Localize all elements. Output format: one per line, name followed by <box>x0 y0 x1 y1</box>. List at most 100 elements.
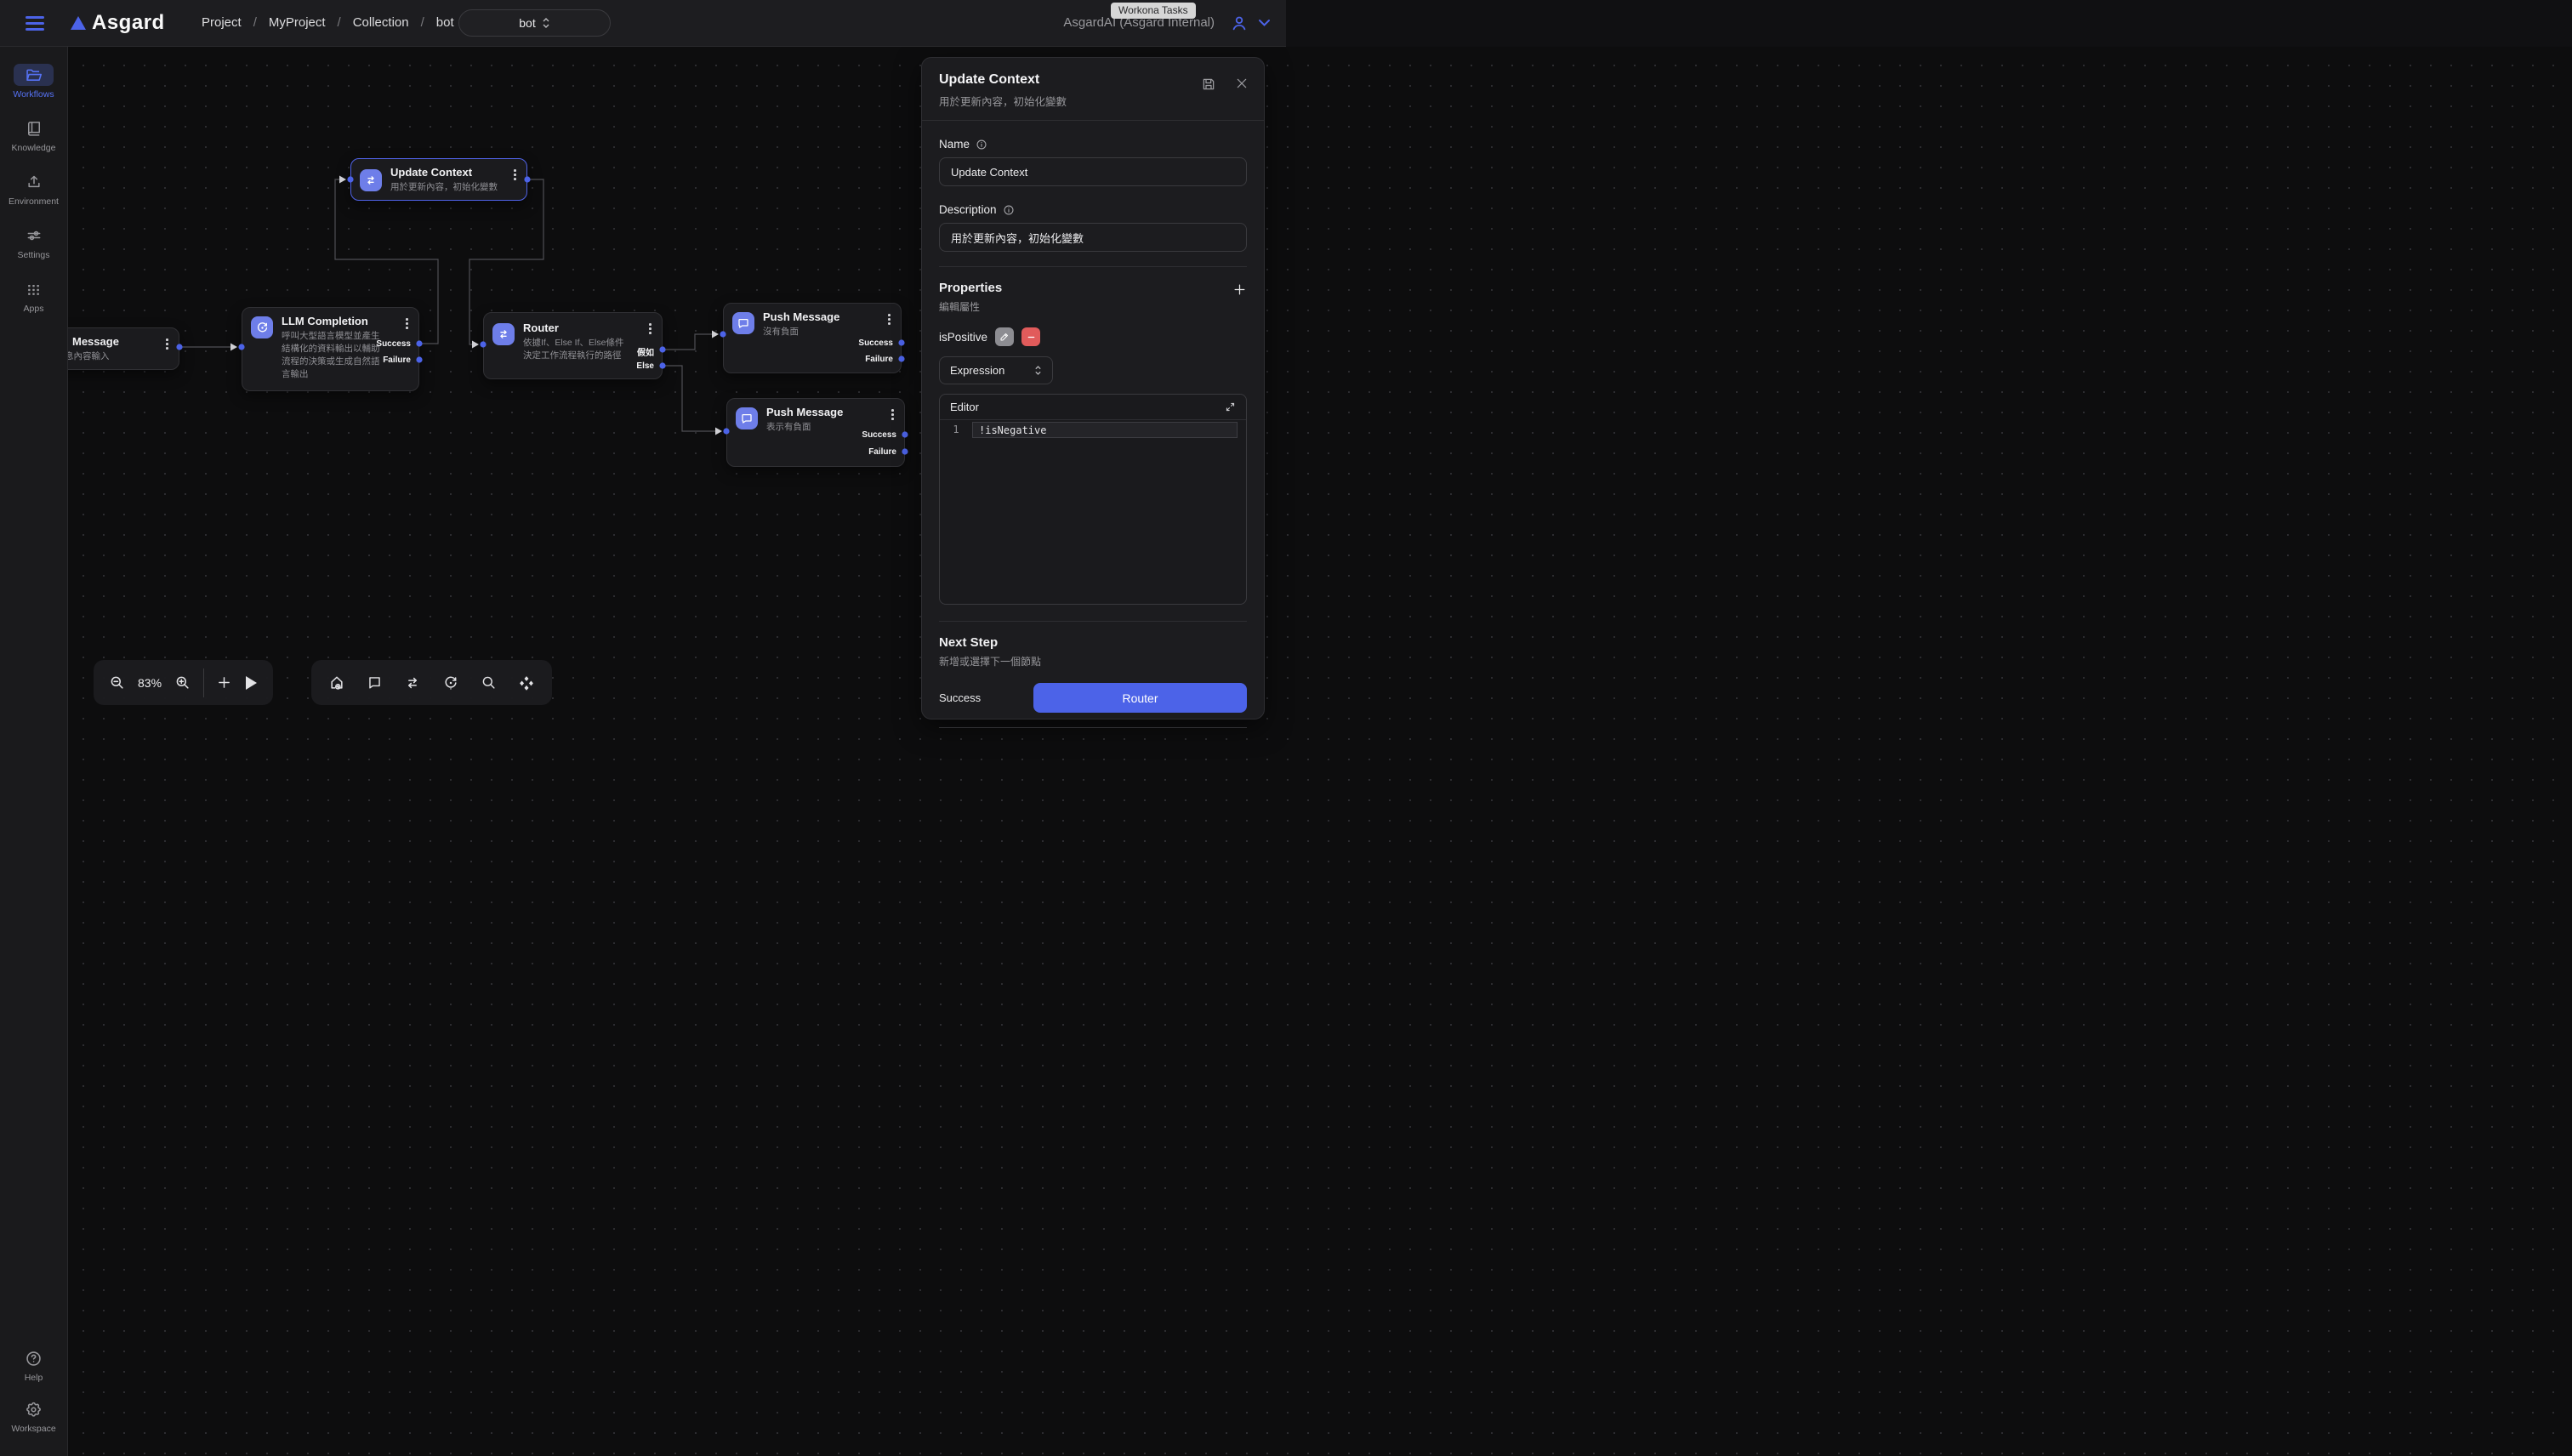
asgard-logo-icon <box>71 16 86 30</box>
node-push-message-1[interactable]: Push Message 沒有負面 Success Failure <box>723 303 902 373</box>
info-icon <box>1003 204 1015 216</box>
message-node-icon[interactable] <box>367 674 383 691</box>
node-description: 息內容輸入 <box>68 350 110 363</box>
run-workflow-icon[interactable] <box>244 675 258 691</box>
add-property-icon[interactable] <box>1232 282 1247 297</box>
node-menu-icon[interactable] <box>164 337 170 351</box>
node-menu-icon[interactable] <box>512 168 518 182</box>
workflow-canvas[interactable]: Message 息內容輸入 LLM Completion 呼叫大型語言模型並產生… <box>68 47 2572 1456</box>
node-description: 表示有負面 <box>766 421 811 434</box>
close-icon[interactable] <box>1235 77 1249 92</box>
property-name: isPositive <box>939 331 987 344</box>
llm-icon <box>251 316 273 338</box>
zoom-out-icon[interactable] <box>109 674 125 691</box>
node-title: Push Message <box>763 310 839 323</box>
node-description: 沒有負面 <box>763 326 799 338</box>
next-step-subtitle: 新增或選擇下一個節點 <box>939 654 1247 668</box>
node-description: 依據If、Else If、Else條件決定工作流程執行的路徑 <box>523 337 632 362</box>
menu-icon[interactable] <box>26 16 44 31</box>
node-title: Router <box>523 321 559 334</box>
properties-title: Properties <box>939 281 1002 295</box>
chevron-expand-icon <box>1034 365 1042 376</box>
description-input[interactable] <box>939 223 1247 252</box>
node-menu-icon[interactable] <box>886 312 892 327</box>
description-label: Description <box>939 203 997 216</box>
expression-editor[interactable]: Editor 1 !isNegative <box>939 394 1247 605</box>
remove-property-button[interactable] <box>1021 327 1040 346</box>
node-description: 用於更新內容，初始化變數 <box>390 181 498 194</box>
node-menu-icon[interactable] <box>647 321 653 336</box>
node-message[interactable]: Message 息內容輸入 <box>68 327 179 370</box>
port-failure[interactable]: Failure <box>383 355 411 365</box>
expand-icon[interactable] <box>1225 401 1236 412</box>
brand-title: Asgard <box>92 11 165 35</box>
breadcrumb-collection[interactable]: Collection <box>353 15 409 30</box>
panel-header: Update Context 用於更新內容，初始化變數 <box>922 58 1264 120</box>
node-llm-completion[interactable]: LLM Completion 呼叫大型語言模型並產生結構化的資料輸出以輔助流程的… <box>242 307 419 391</box>
breadcrumb: Project / MyProject / Collection / bot <box>202 15 454 30</box>
sidebar-item-workflows[interactable]: Workflows <box>0 64 68 100</box>
sidebar-item-label: Settings <box>18 250 50 260</box>
chat-bubble-icon <box>736 407 758 429</box>
chat-bubble-icon <box>732 312 754 334</box>
sidebar-item-workspace[interactable]: Workspace <box>0 1398 68 1434</box>
user-icon[interactable] <box>1230 14 1249 32</box>
llm-node-icon[interactable] <box>442 674 459 691</box>
editor-title: Editor <box>950 401 979 413</box>
top-bar: Asgard Project / MyProject / Collection … <box>0 0 1286 47</box>
sidebar-item-label: Environment <box>9 196 59 207</box>
edit-property-button[interactable] <box>995 327 1014 346</box>
breadcrumb-bot[interactable]: bot <box>436 15 454 30</box>
workflow-select[interactable]: bot <box>458 9 611 37</box>
node-menu-icon[interactable] <box>890 407 896 422</box>
zoom-level: 83% <box>138 676 162 690</box>
node-title: Update Context <box>390 166 472 179</box>
port-else[interactable]: Else <box>636 361 654 371</box>
add-home-node-icon[interactable] <box>328 674 345 691</box>
sidebar-item-knowledge[interactable]: Knowledge <box>0 117 68 153</box>
sidebar-item-settings[interactable]: Settings <box>0 225 68 260</box>
integrations-icon[interactable] <box>518 674 535 691</box>
node-title: LLM Completion <box>282 315 368 327</box>
next-step-title: Next Step <box>939 635 1247 650</box>
port-success[interactable]: Success <box>376 339 411 349</box>
zoom-in-icon[interactable] <box>174 674 191 691</box>
editor-line-number: 1 <box>940 420 972 604</box>
port-success[interactable]: Success <box>862 430 896 440</box>
property-type-value: Expression <box>950 364 1004 377</box>
node-title: Message <box>72 335 119 348</box>
info-icon <box>976 139 987 151</box>
node-router[interactable]: Router 依據If、Else If、Else條件決定工作流程執行的路徑 假如… <box>483 312 663 379</box>
breadcrumb-myproject[interactable]: MyProject <box>269 15 326 30</box>
editor-code-line[interactable]: !isNegative <box>972 422 1238 438</box>
sidebar-item-label: Workspace <box>11 1424 55 1434</box>
search-icon[interactable] <box>481 674 497 691</box>
sidebar-item-help[interactable]: Help <box>0 1347 68 1383</box>
chevron-down-icon[interactable] <box>1258 19 1271 27</box>
swap-node-icon[interactable] <box>404 674 421 691</box>
breadcrumb-project[interactable]: Project <box>202 15 242 30</box>
property-type-select[interactable]: Expression <box>939 356 1053 384</box>
port-success[interactable]: Success <box>858 338 893 348</box>
node-push-message-2[interactable]: Push Message 表示有負面 Success Failure <box>726 398 905 467</box>
next-step-target-button[interactable]: Router <box>1033 683 1247 713</box>
sidebar-item-apps[interactable]: Apps <box>0 278 68 314</box>
port-failure[interactable]: Failure <box>868 447 896 457</box>
node-menu-icon[interactable] <box>404 316 410 331</box>
port-failure[interactable]: Failure <box>865 355 893 364</box>
chevron-expand-icon <box>542 17 550 29</box>
panel-subtitle: 用於更新內容，初始化變數 <box>939 93 1247 109</box>
name-input[interactable] <box>939 157 1247 186</box>
add-node-icon[interactable] <box>217 675 231 690</box>
sliders-icon <box>14 225 54 247</box>
sidebar-item-environment[interactable]: Environment <box>0 171 68 207</box>
swap-arrows-icon <box>360 169 382 191</box>
sidebar-item-label: Knowledge <box>12 143 56 153</box>
sidebar: Workflows Knowledge Environment Settings… <box>0 47 68 1456</box>
book-icon <box>14 117 54 139</box>
port-if[interactable]: 假如 <box>637 345 654 358</box>
properties-section: Properties 編輯屬性 isPositive Expression Ed… <box>922 267 1264 622</box>
save-icon[interactable] <box>1201 77 1216 92</box>
node-palette-toolbar <box>311 660 552 705</box>
node-update-context[interactable]: Update Context 用於更新內容，初始化變數 <box>350 158 527 201</box>
